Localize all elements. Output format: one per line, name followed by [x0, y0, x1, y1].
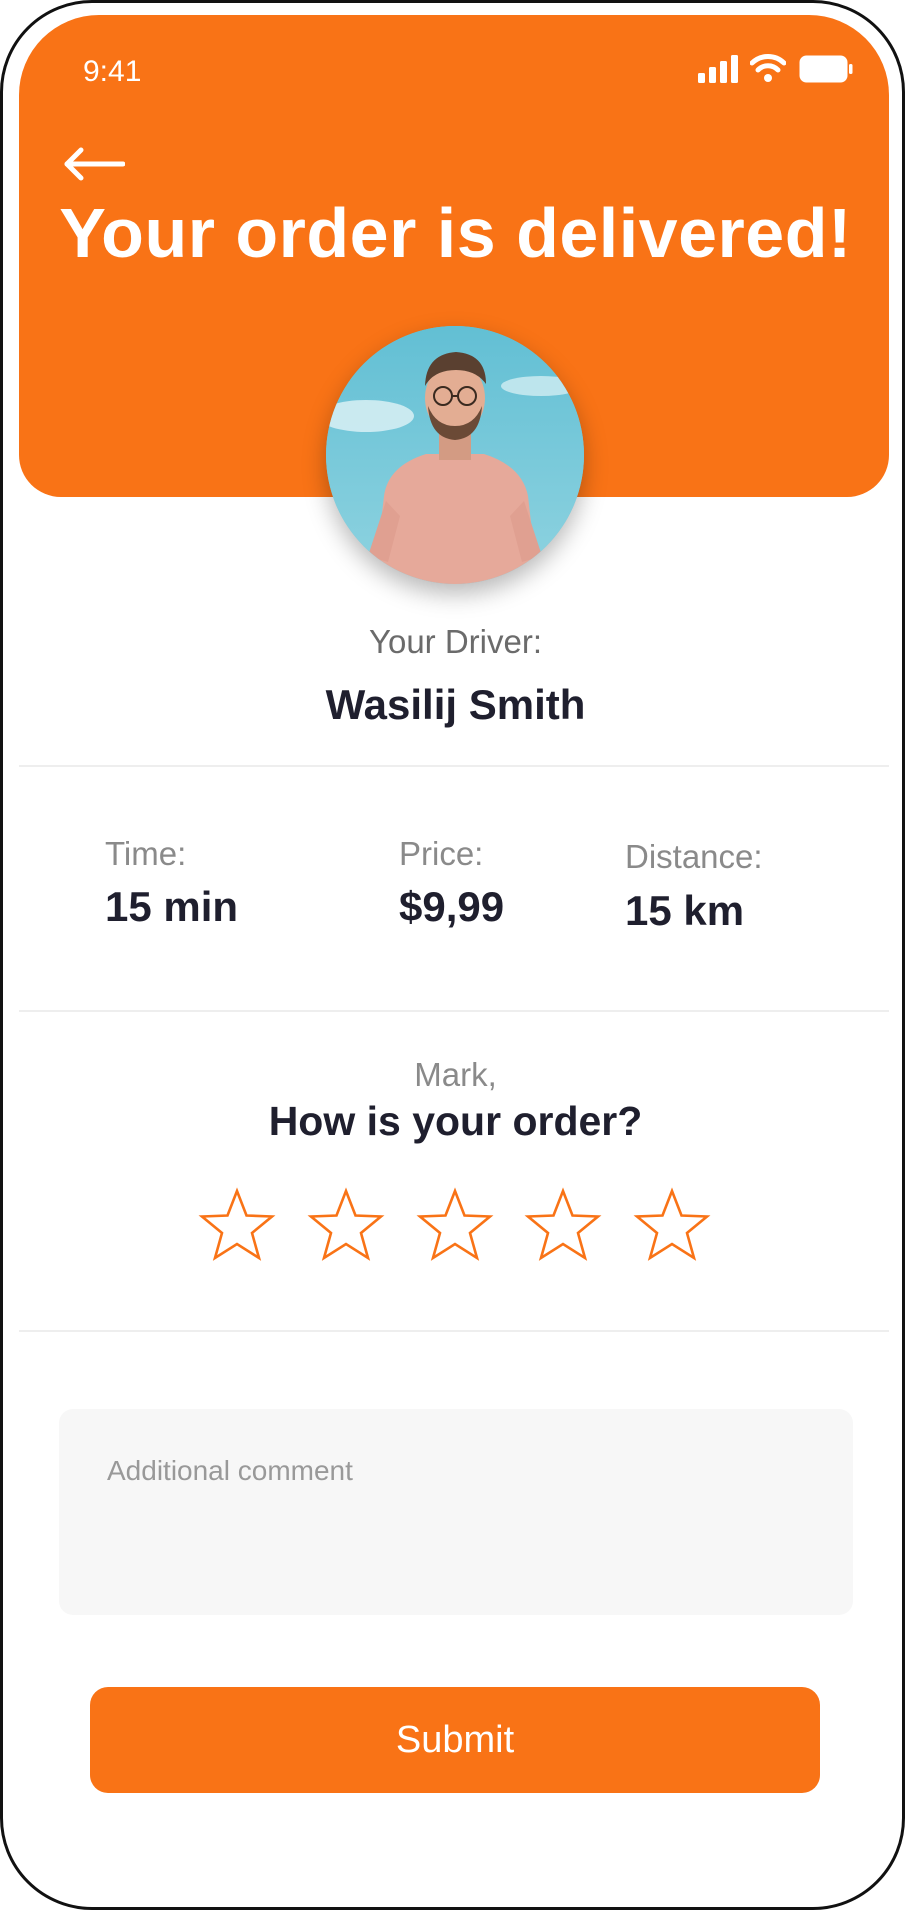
price-value: $9,99: [399, 883, 505, 930]
star-1-icon[interactable]: [198, 1187, 276, 1263]
driver-label: Your Driver:: [368, 623, 542, 660]
divider: [19, 765, 889, 767]
distance-label: Distance:: [625, 838, 763, 875]
divider: [19, 1010, 889, 1012]
status-bar-time: 9:41: [83, 55, 142, 88]
star-4-icon[interactable]: [524, 1187, 602, 1263]
star-2-icon[interactable]: [307, 1187, 385, 1263]
additional-comment-input[interactable]: [59, 1409, 853, 1615]
price-label: Price:: [399, 835, 484, 872]
wifi-icon: [750, 54, 786, 82]
distance-value: 15 km: [625, 887, 745, 934]
back-arrow-icon[interactable]: [63, 147, 125, 181]
cellular-signal-icon: [698, 55, 738, 83]
driver-avatar: [326, 326, 584, 584]
phone-frame: 9:41 Your order is delivered! Your Drive…: [0, 0, 905, 1910]
customer-name: Mark,: [414, 1056, 497, 1093]
star-3-icon[interactable]: [416, 1187, 494, 1263]
time-value: 15 min: [105, 883, 239, 930]
driver-name: Wasilij Smith: [325, 681, 586, 728]
rating-question: How is your order?: [268, 1098, 643, 1144]
time-label: Time:: [105, 835, 187, 872]
battery-icon: [799, 55, 853, 83]
submit-button[interactable]: Submit: [90, 1687, 820, 1793]
page-title: Your order is delivered!: [59, 194, 852, 272]
divider: [19, 1330, 889, 1332]
star-5-icon[interactable]: [633, 1187, 711, 1263]
driver-photo: [326, 326, 584, 584]
